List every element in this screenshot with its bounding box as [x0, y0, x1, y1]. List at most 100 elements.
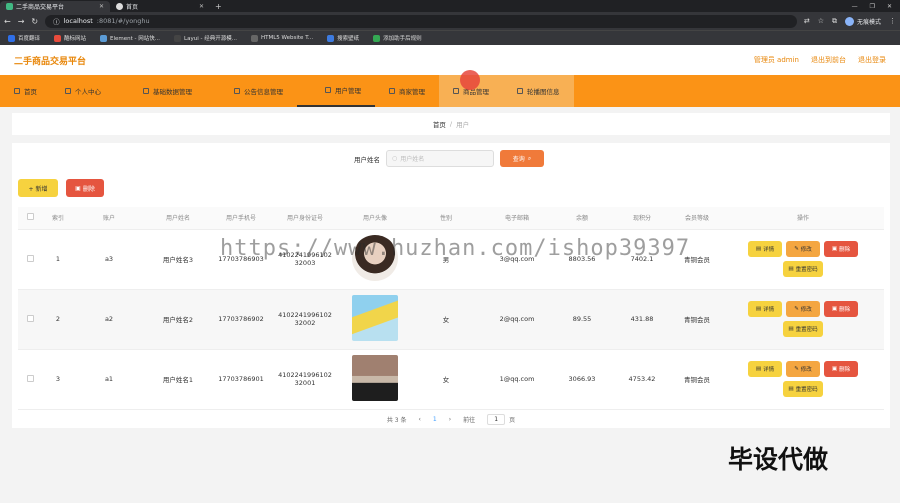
home-icon — [14, 88, 20, 94]
address-bar[interactable]: ⓘ localhost:8081/#/yonghu — [45, 14, 797, 28]
close-icon[interactable]: ✕ — [199, 3, 204, 10]
globe-icon — [116, 3, 123, 10]
button-label: 详情 — [763, 367, 775, 373]
bookmark-item[interactable]: Element - 网站快... — [100, 34, 160, 42]
cell-phone: 17703786901 — [212, 349, 270, 410]
nav-item-users[interactable]: 用户管理 — [297, 75, 375, 107]
nav-item-carousel[interactable]: 轮播图信息 — [503, 75, 574, 107]
store-icon — [389, 88, 395, 94]
reset-password-button[interactable]: ▤ 重置密码 — [783, 381, 823, 397]
bookmark-item[interactable]: HTML5 Website T... — [250, 34, 313, 42]
remove-button[interactable]: ▣ 删除 — [824, 241, 858, 257]
search-button[interactable]: 查询 ⌕ — [500, 150, 544, 167]
logout-link[interactable]: 退出登录 — [858, 55, 886, 65]
bookmarks-bar: 百度翻译 酷标网站 Element - 网站快... Layui - 经典开源模… — [0, 30, 900, 45]
delete-label: 删除 — [82, 185, 95, 193]
nav-label: 商家管理 — [399, 88, 425, 96]
user-list-card: 用户姓名 ○ 用户姓名 查询 ⌕ + 新增 ▣ 删除 索引 账户 用户姓名 用户… — [12, 143, 890, 428]
reset-password-button[interactable]: ▤ 重置密码 — [783, 261, 823, 277]
cell-points: 4753.42 — [612, 349, 672, 410]
pager-page[interactable]: 1 — [433, 416, 437, 423]
nav-item-home[interactable]: 首页 — [0, 75, 51, 107]
star-icon[interactable]: ☆ — [818, 17, 824, 25]
bookmark-label: Element - 网站快... — [110, 36, 161, 42]
bookmark-item[interactable]: 酷标网站 — [54, 34, 86, 42]
bookmark-item[interactable]: 搜索壁纸 — [327, 34, 359, 42]
browser-tab-inactive[interactable]: 首页 ✕ — [110, 1, 210, 12]
column-header: 现积分 — [612, 207, 672, 230]
cell-points: 431.88 — [612, 289, 672, 350]
search-label: 用户姓名 — [354, 155, 380, 164]
detail-button[interactable]: ▤ 详情 — [748, 301, 782, 317]
edit-button[interactable]: ✎ 修改 — [786, 361, 820, 377]
bookmark-item[interactable]: Layui - 经典开源模... — [174, 34, 237, 42]
new-tab-icon[interactable]: + — [210, 1, 227, 12]
button-label: 删除 — [839, 247, 851, 253]
goto-frontend-link[interactable]: 退出到前台 — [811, 55, 846, 65]
extensions-icon[interactable]: ⧉ — [832, 17, 837, 26]
forward-icon[interactable]: → — [18, 17, 25, 26]
pencil-icon: ✎ — [794, 246, 799, 252]
row-checkbox[interactable] — [26, 374, 34, 382]
row-checkbox[interactable] — [26, 254, 34, 262]
nav-label: 首页 — [24, 88, 37, 96]
bookmark-icon — [327, 34, 335, 42]
pager-prev-icon[interactable]: ‹ — [418, 416, 420, 423]
translate-icon[interactable]: ⇄ — [804, 17, 810, 25]
minimize-icon[interactable]: — — [852, 1, 858, 12]
column-header: 操作 — [722, 207, 884, 230]
bookmark-item[interactable]: 添加助手后规则 — [373, 34, 422, 42]
cell-account: a1 — [74, 349, 144, 410]
back-icon[interactable]: ← — [4, 17, 11, 26]
maximize-icon[interactable]: ❐ — [870, 1, 875, 12]
window-close-icon[interactable]: ✕ — [887, 1, 892, 12]
cell-level: 青铜会员 — [672, 289, 722, 350]
browser-toolbar: ← → ↻ ⓘ localhost:8081/#/yonghu ⇄ ☆ ⧉ 无痕… — [0, 12, 900, 30]
profile-button[interactable]: 无痕模式 — [844, 16, 881, 26]
user-avatar[interactable] — [352, 355, 398, 401]
edit-button[interactable]: ✎ 修改 — [786, 301, 820, 317]
bookmark-label: 搜索壁纸 — [337, 36, 360, 42]
button-label: 修改 — [800, 247, 812, 253]
trash-icon: ▣ — [831, 246, 838, 252]
pager-goto-input[interactable]: 1 — [487, 414, 506, 425]
pencil-icon: ✎ — [794, 306, 799, 312]
close-icon[interactable]: ✕ — [99, 3, 104, 10]
bookmark-item[interactable]: 百度翻译 — [8, 34, 40, 42]
select-all-checkbox[interactable] — [26, 213, 34, 221]
breadcrumb-home[interactable]: 首页 — [433, 119, 446, 129]
main-nav: 首页 个人中心 基础数据管理 公告信息管理 用户管理 商家管理 商品管理 轮播图… — [0, 75, 900, 107]
nav-item-basic-data[interactable]: 基础数据管理 — [115, 75, 206, 107]
add-button[interactable]: + 新增 — [18, 179, 58, 197]
bookmark-label: 添加助手后规则 — [383, 36, 422, 42]
reload-icon[interactable]: ↻ — [31, 17, 38, 26]
detail-button[interactable]: ▤ 详情 — [748, 361, 782, 377]
column-header: 电子邮箱 — [482, 207, 552, 230]
user-avatar[interactable] — [352, 295, 398, 341]
notice-icon — [234, 88, 240, 94]
browser-tab-active[interactable]: 二手商品交易平台 ✕ — [0, 1, 110, 12]
pager-next-icon[interactable]: › — [449, 416, 451, 423]
delete-button[interactable]: ▣ 删除 — [66, 179, 104, 197]
column-header: 用户手机号 — [212, 207, 270, 230]
pager-unit: 页 — [509, 417, 516, 424]
profile-label: 无痕模式 — [856, 18, 881, 26]
doc-icon: ▤ — [788, 266, 794, 272]
search-input[interactable]: ○ 用户姓名 — [386, 150, 494, 167]
remove-button[interactable]: ▣ 删除 — [824, 301, 858, 317]
column-header: 账户 — [74, 207, 144, 230]
row-checkbox[interactable] — [26, 314, 34, 322]
nav-item-notice[interactable]: 公告信息管理 — [206, 75, 297, 107]
cell-name: 用户姓名2 — [144, 289, 212, 350]
cell-index: 2 — [42, 289, 74, 350]
menu-icon[interactable]: ⋮ — [889, 17, 896, 25]
remove-button[interactable]: ▣ 删除 — [824, 361, 858, 377]
detail-button[interactable]: ▤ 详情 — [748, 241, 782, 257]
pager-goto-label: 前往 — [463, 417, 476, 424]
nav-label: 用户管理 — [335, 87, 361, 95]
cell-phone: 17703786902 — [212, 289, 270, 350]
nav-item-merchants[interactable]: 商家管理 — [375, 75, 439, 107]
reset-password-button[interactable]: ▤ 重置密码 — [783, 321, 823, 337]
edit-button[interactable]: ✎ 修改 — [786, 241, 820, 257]
nav-item-profile[interactable]: 个人中心 — [51, 75, 115, 107]
